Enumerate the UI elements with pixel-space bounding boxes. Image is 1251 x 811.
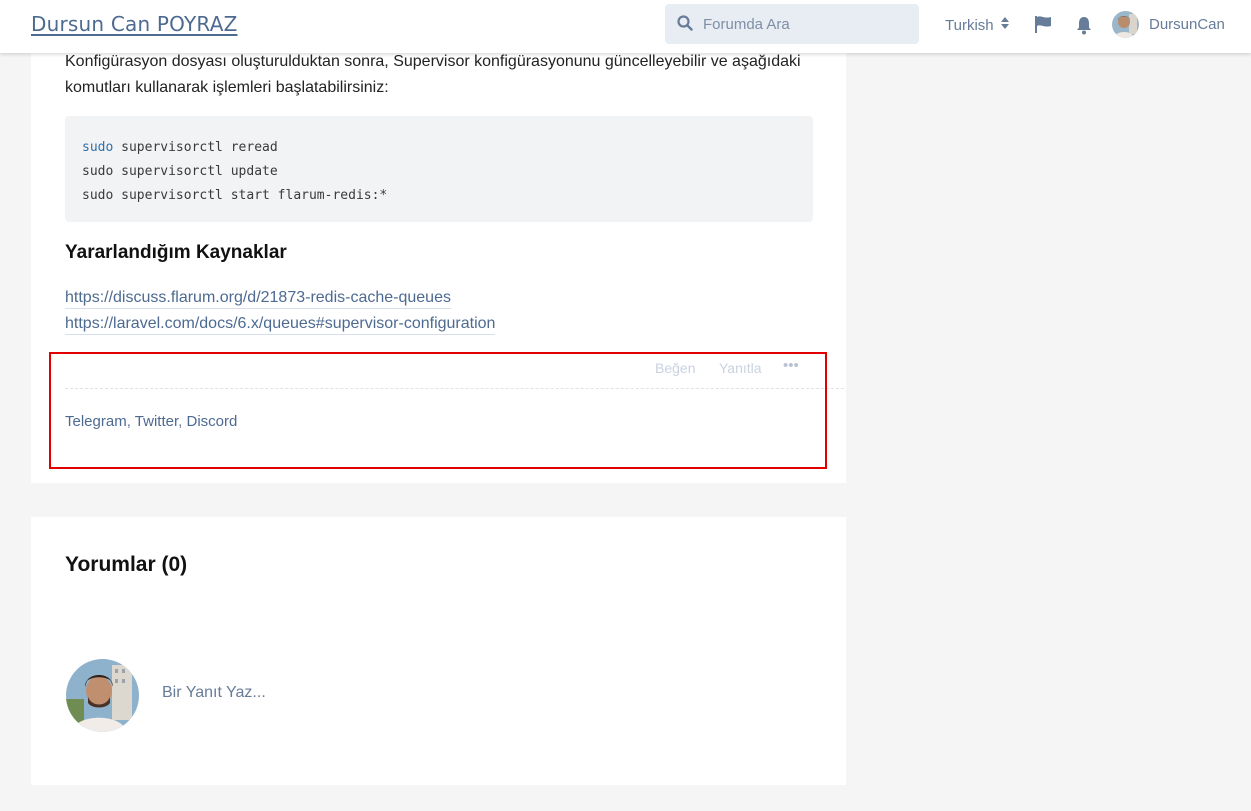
source-link-laravel[interactable]: https://laravel.com/docs/6.x/queues#supe… bbox=[65, 314, 496, 335]
top-header: Dursun Can POYRAZ Turkish bbox=[0, 0, 1251, 53]
code-text: supervisorctl update bbox=[113, 164, 278, 179]
source-link-flarum[interactable]: https://discuss.flarum.org/d/21873-redis… bbox=[65, 288, 451, 309]
reply-button[interactable]: Yanıtla bbox=[719, 360, 762, 376]
post-paragraph: Konfigürasyon dosyası oluşturulduktan so… bbox=[65, 53, 801, 96]
code-line: sudo supervisorctl update bbox=[82, 160, 796, 184]
like-button[interactable]: Beğen bbox=[655, 360, 695, 376]
site-brand-link[interactable]: Dursun Can POYRAZ bbox=[31, 12, 237, 36]
code-keyword: sudo bbox=[82, 140, 114, 155]
sort-arrows-icon bbox=[1000, 16, 1010, 34]
language-label: Turkish bbox=[945, 16, 994, 34]
bell-icon[interactable] bbox=[1075, 16, 1093, 40]
username-label: DursunCan bbox=[1149, 16, 1225, 33]
social-links: Telegram, Twitter, Discord bbox=[65, 413, 237, 430]
avatar bbox=[1112, 11, 1139, 38]
user-menu[interactable]: DursunCan bbox=[1112, 11, 1225, 38]
search-input[interactable] bbox=[703, 4, 903, 44]
flag-icon[interactable] bbox=[1034, 15, 1053, 39]
more-options-button[interactable]: ••• bbox=[783, 357, 799, 374]
code-keyword: sudo bbox=[82, 164, 114, 179]
code-text: supervisorctl start flarum-redis:* bbox=[113, 188, 388, 203]
code-block: sudo supervisorctl reread sudo superviso… bbox=[65, 116, 813, 222]
code-line: sudo supervisorctl reread bbox=[82, 136, 796, 160]
search-box[interactable] bbox=[665, 4, 919, 44]
comments-title: Yorumlar (0) bbox=[65, 553, 188, 576]
code-text: supervisorctl reread bbox=[113, 140, 278, 155]
twitter-link[interactable]: Twitter bbox=[135, 413, 178, 430]
language-selector[interactable]: Turkish bbox=[945, 16, 1010, 34]
post-card: Konfigürasyon dosyası oluşturulduktan so… bbox=[31, 0, 846, 483]
code-line: sudo supervisorctl start flarum-redis:* bbox=[82, 184, 796, 208]
sources-heading: Yararlandığım Kaynaklar bbox=[65, 242, 287, 263]
discord-link[interactable]: Discord bbox=[186, 413, 237, 430]
reply-input[interactable]: Bir Yanıt Yaz... bbox=[162, 684, 266, 702]
comments-card: Yorumlar (0) Bir Yanıt Yaz... bbox=[31, 517, 846, 785]
telegram-link[interactable]: Telegram bbox=[65, 413, 127, 430]
search-icon bbox=[677, 15, 693, 36]
separator: , bbox=[126, 413, 135, 430]
code-keyword: sudo bbox=[82, 188, 114, 203]
divider bbox=[65, 388, 844, 389]
avatar bbox=[66, 659, 139, 732]
